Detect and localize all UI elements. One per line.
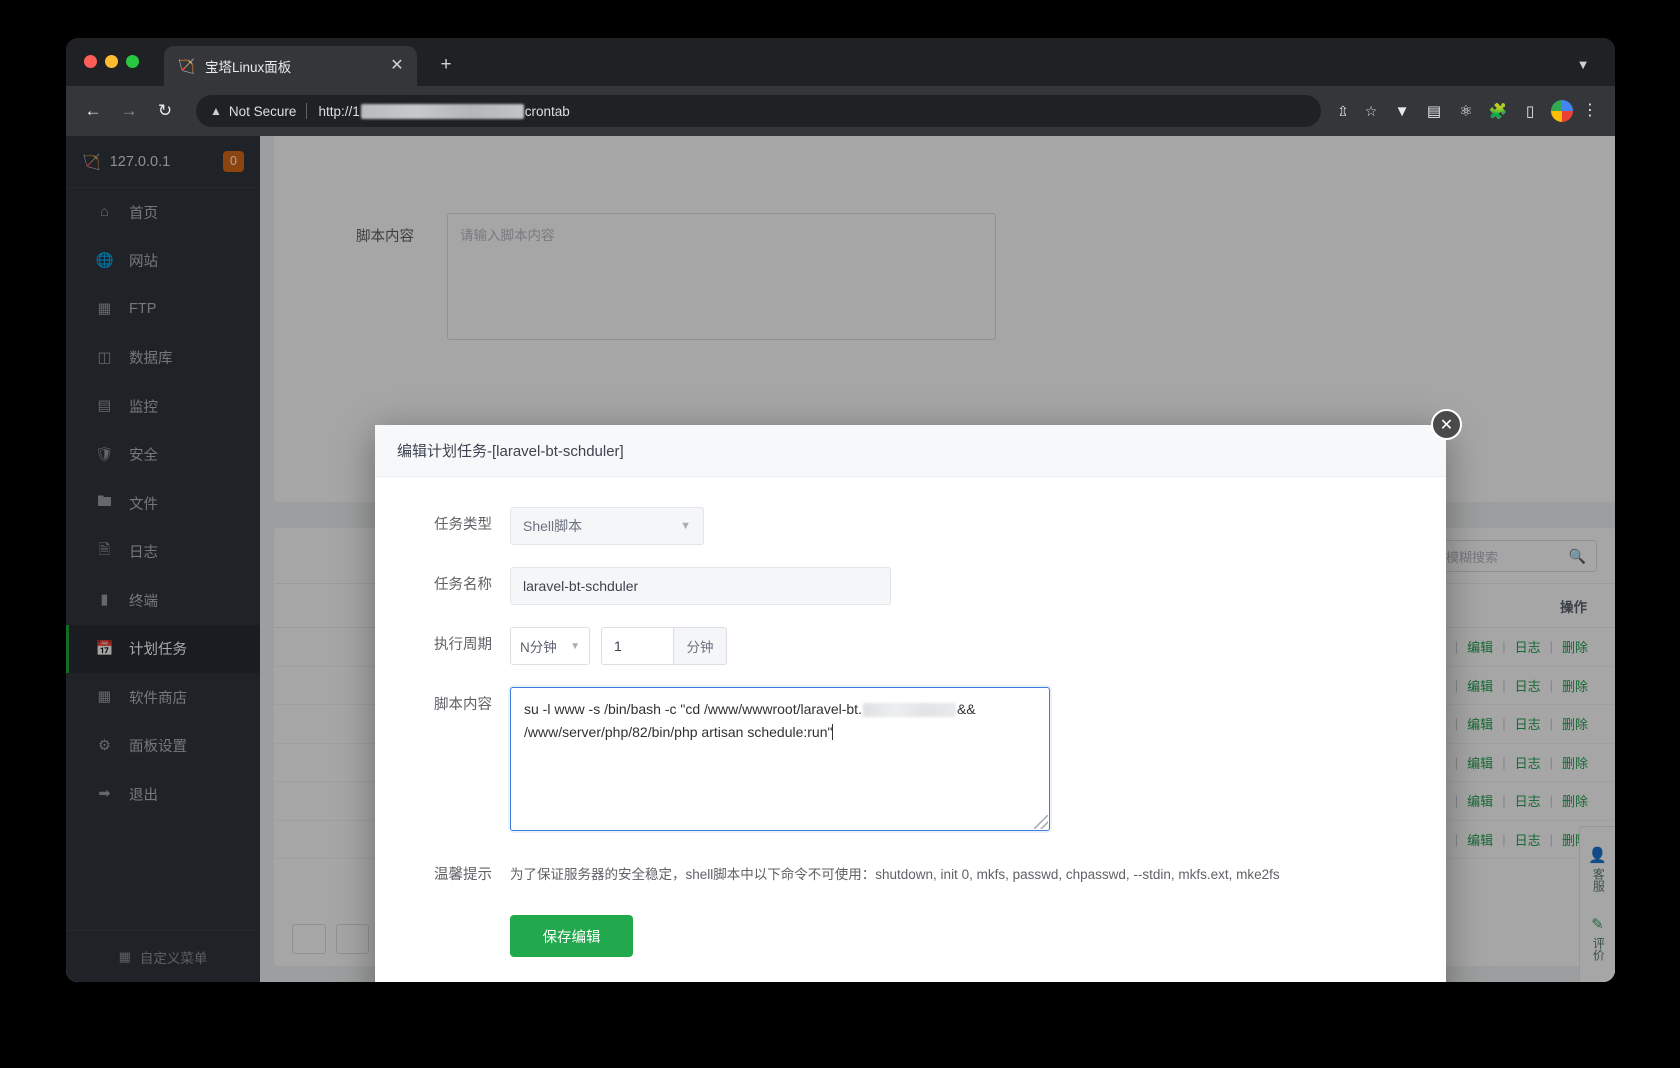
script-redacted-domain (862, 703, 956, 718)
react-devtools-icon[interactable]: ⚛ (1451, 96, 1481, 126)
script-label: 脚本内容 (434, 697, 492, 713)
field-tip: 温馨提示 为了保证服务器的安全稳定，shell脚本中以下命令不可使用：shutd… (375, 857, 1446, 893)
arrow-left-icon[interactable]: ← (78, 96, 108, 126)
modal-header: 编辑计划任务-[laravel-bt-schduler] (375, 425, 1446, 477)
browser-tab-title: 宝塔Linux面板 (205, 60, 292, 75)
script-line1-prefix: su -l www -s /bin/bash -c "cd /www/wwwro… (524, 701, 862, 717)
v-extension-icon[interactable]: ▼ (1387, 96, 1417, 126)
warning-triangle-icon: ▲ (210, 104, 222, 118)
task-type-value: Shell脚本 (523, 518, 583, 534)
save-button[interactable]: 保存编辑 (510, 915, 633, 957)
script-line2: /www/server/php/82/bin/php artisan sched… (524, 724, 833, 741)
url-suffix: crontab (524, 103, 570, 119)
close-window-button[interactable] (84, 55, 97, 68)
browser-tab-strip: 🏹 宝塔Linux面板 ✕ + ▼ (66, 38, 1615, 86)
puzzle-extensions-icon[interactable]: 🧩 (1483, 96, 1513, 126)
bt-panel-logo-icon: 🏹 (177, 57, 196, 74)
profile-avatar-icon[interactable] (1551, 100, 1573, 122)
kebab-menu-icon[interactable]: ⋮ (1577, 98, 1603, 124)
window-traffic-lights (84, 55, 139, 68)
chevron-down-icon: ▼ (570, 640, 580, 652)
modal-title: 编辑计划任务-[laravel-bt-schduler] (397, 443, 624, 460)
h-extension-icon[interactable]: ▤ (1419, 96, 1449, 126)
task-name-input[interactable]: laravel-bt-schduler (510, 567, 891, 605)
script-content-textarea[interactable]: su -l www -s /bin/bash -c "cd /www/wwwro… (510, 687, 1050, 831)
field-period: 执行周期 N分钟 ▼ 1 分钟 (375, 627, 1446, 665)
url-text: http://1 crontab (318, 103, 570, 119)
period-label: 执行周期 (434, 637, 492, 653)
tip-text: 为了保证服务器的安全稳定，shell脚本中以下命令不可使用：shutdown, … (510, 867, 1280, 882)
field-task-type: 任务类型 Shell脚本 ▼ (375, 507, 1446, 545)
share-icon[interactable]: ⇫ (1329, 97, 1357, 125)
new-tab-button[interactable]: + (434, 53, 458, 77)
chevron-down-icon: ▼ (680, 520, 691, 532)
resize-handle-icon[interactable] (1034, 815, 1048, 829)
field-task-name: 任务名称 laravel-bt-schduler (375, 567, 1446, 605)
task-name-label: 任务名称 (434, 577, 492, 593)
browser-window: 🏹 宝塔Linux面板 ✕ + ▼ ← → ↻ ▲ Not Secure htt… (66, 38, 1615, 982)
script-line1-suffix: && (956, 701, 976, 717)
period-unit-select[interactable]: N分钟 ▼ (510, 627, 590, 665)
period-unit-value: N分钟 (520, 640, 557, 655)
browser-tab[interactable]: 🏹 宝塔Linux面板 ✕ (164, 46, 417, 86)
maximize-window-button[interactable] (126, 55, 139, 68)
edit-task-modal: ✕ 编辑计划任务-[laravel-bt-schduler] 任务类型 Shel… (375, 409, 1462, 982)
period-number-input[interactable]: 1 (601, 627, 673, 665)
task-type-select[interactable]: Shell脚本 ▼ (510, 507, 704, 545)
url-redacted-host (360, 103, 524, 119)
field-script: 脚本内容 su -l www -s /bin/bash -c "cd /www/… (375, 687, 1446, 831)
period-number-group: 1 分钟 (601, 627, 727, 665)
tip-label: 温馨提示 (434, 867, 492, 883)
chevron-down-icon[interactable]: ▼ (1573, 55, 1593, 75)
security-status-label: Not Secure (228, 103, 297, 119)
url-prefix: http://1 (318, 103, 360, 119)
page-viewport: 🏹 127.0.0.1 0 ⌂ 首页 🌐 网站 ▦ FTP ◫ 数据库 ▤ 监控… (66, 136, 1615, 982)
task-type-label: 任务类型 (434, 517, 492, 533)
period-suffix-label: 分钟 (673, 627, 727, 665)
side-panel-icon[interactable]: ▯ (1515, 96, 1545, 126)
close-icon[interactable]: ✕ (1431, 409, 1462, 440)
star-icon[interactable]: ☆ (1357, 97, 1385, 125)
address-bar[interactable]: ▲ Not Secure http://1 crontab (196, 95, 1321, 127)
omnibox-divider (306, 103, 308, 119)
browser-toolbar: ← → ↻ ▲ Not Secure http://1 crontab ⇫ ☆ … (66, 86, 1615, 136)
close-icon[interactable]: ✕ (387, 56, 407, 76)
text-caret (832, 724, 834, 741)
modal-body: 任务类型 Shell脚本 ▼ 任务名称 laravel-bt-schduler (375, 477, 1446, 982)
arrow-right-icon[interactable]: → (114, 96, 144, 126)
reload-icon[interactable]: ↻ (150, 96, 180, 126)
minimize-window-button[interactable] (105, 55, 118, 68)
